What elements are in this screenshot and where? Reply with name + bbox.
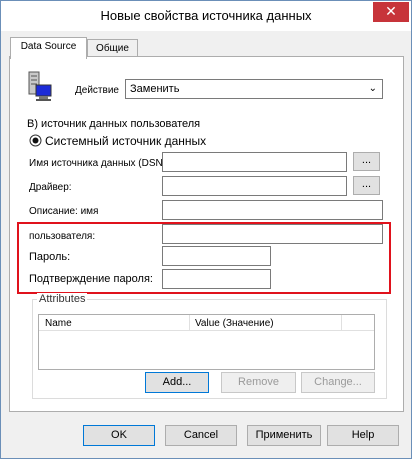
column-divider[interactable] — [189, 315, 190, 331]
column-header-value[interactable]: Value (Значение) — [195, 318, 274, 329]
title-bar: Новые свойства источника данных ✕ — [1, 1, 411, 31]
tab-data-source[interactable]: Data Source — [10, 37, 87, 59]
confirm-password-input[interactable] — [162, 269, 271, 289]
description-input[interactable] — [162, 200, 383, 220]
radio-system-dsn-label: Системный источник данных — [45, 134, 207, 148]
driver-browse-button[interactable]: ... — [353, 176, 380, 195]
confirm-password-label: Подтверждение пароля: — [29, 273, 153, 285]
driver-label: Драйвер: — [29, 182, 72, 193]
help-button[interactable]: Help — [327, 425, 399, 446]
attributes-legend: Attributes — [37, 293, 88, 305]
attributes-list[interactable]: Name Value (Значение) — [38, 314, 375, 370]
column-header-name[interactable]: Name — [45, 318, 72, 329]
window-title: Новые свойства источника данных — [100, 8, 312, 23]
action-value: Заменить — [130, 83, 180, 95]
dsn-browse-button[interactable]: ... — [353, 152, 380, 171]
dialog-window: Новые свойства источника данных ✕ Data S… — [0, 0, 412, 459]
change-attribute-button[interactable]: Change... — [301, 372, 375, 393]
dsn-input[interactable] — [162, 152, 347, 172]
description-label: Описание: имя — [29, 206, 99, 217]
radio-system-dsn[interactable] — [29, 134, 42, 147]
cancel-button[interactable]: Cancel — [165, 425, 237, 446]
ok-button[interactable]: OK — [83, 425, 155, 446]
dsn-label: Имя источника данных (DSN): — [29, 158, 169, 169]
user-label: пользователя: — [29, 231, 96, 242]
add-attribute-button[interactable]: Add... — [145, 372, 209, 393]
remove-attribute-button[interactable]: Remove — [221, 372, 296, 393]
password-label: Пароль: — [29, 251, 71, 263]
data-source-icon — [27, 71, 55, 103]
user-input[interactable] — [162, 224, 383, 244]
password-input[interactable] — [162, 246, 271, 266]
apply-button[interactable]: Применить — [247, 425, 321, 446]
chevron-down-icon: ⌄ — [368, 83, 377, 94]
driver-input[interactable] — [162, 176, 347, 196]
section-title: В) источник данных пользователя — [27, 118, 201, 130]
action-label: Действие — [75, 85, 119, 96]
action-select[interactable]: Заменить ⌄ — [125, 79, 383, 99]
column-divider-end — [341, 315, 342, 331]
close-button[interactable]: ✕ — [373, 2, 409, 22]
